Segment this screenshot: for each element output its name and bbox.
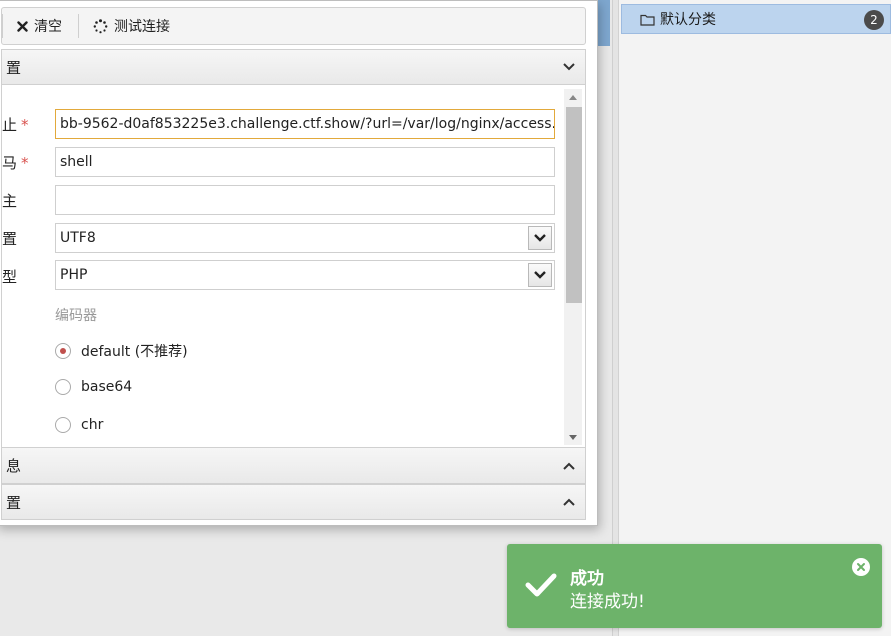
radio-button[interactable]: [55, 343, 71, 359]
clear-button-label: 清空: [34, 19, 62, 35]
password-label: 马 *: [2, 154, 29, 172]
type-label: 型: [2, 268, 18, 286]
toast-message: 连接成功!: [570, 592, 645, 612]
chevron-down-icon: [563, 63, 575, 71]
section-request-info-header[interactable]: 息: [1, 447, 586, 484]
url-input[interactable]: bb-9562-d0af853225e3.challenge.ctf.show/…: [55, 109, 555, 139]
category-label: 默认分类: [660, 12, 716, 28]
test-connection-label: 测试连接: [114, 19, 170, 35]
url-label: 止 *: [2, 116, 29, 134]
chevron-up-icon: [563, 498, 575, 506]
encoder-option-label: base64: [81, 379, 133, 395]
encoding-label: 置: [2, 230, 18, 248]
background-window-strip: [598, 0, 610, 46]
radio-button[interactable]: [55, 379, 71, 395]
category-item-default[interactable]: 默认分类 2: [621, 4, 891, 34]
toast-title: 成功: [570, 569, 604, 589]
type-value: PHP: [60, 267, 88, 283]
encoding-select[interactable]: UTF8: [55, 223, 555, 253]
basic-config-form: 止 * bb-9562-d0af853225e3.challenge.ctf.sh…: [1, 85, 586, 447]
scroll-down-arrow-icon[interactable]: [564, 429, 582, 445]
scroll-thumb[interactable]: [566, 107, 582, 303]
encoder-option-label: default (不推荐): [81, 344, 188, 360]
dialog-toolbar: 清空 测试连接: [1, 7, 586, 45]
form-scrollbar[interactable]: [564, 89, 582, 445]
category-panel: 默认分类 2: [618, 0, 891, 636]
encoding-value: UTF8: [60, 230, 96, 246]
clear-button[interactable]: 清空: [3, 8, 78, 44]
test-connection-button[interactable]: 测试连接: [79, 8, 186, 44]
note-input[interactable]: [55, 185, 555, 215]
encoder-title: 编码器: [55, 308, 97, 324]
section-title: 置: [6, 493, 22, 512]
close-icon: [17, 20, 28, 32]
section-title: 置: [6, 58, 22, 77]
chevron-up-icon: [563, 462, 575, 470]
spinner-icon: [93, 18, 108, 34]
scroll-up-arrow-icon[interactable]: [564, 89, 582, 105]
success-toast: 成功 连接成功!: [507, 544, 882, 628]
section-other-config-header[interactable]: 置: [1, 484, 586, 520]
section-basic-config-header[interactable]: 置: [1, 49, 586, 85]
checkmark-icon: [525, 572, 557, 602]
encoder-option-base64[interactable]: base64: [55, 379, 132, 395]
shell-edit-dialog: 清空 测试连接 置 止 * bb-9562-d0af853225e3.chall…: [0, 0, 598, 526]
section-title: 息: [6, 457, 22, 475]
folder-icon: [640, 11, 656, 27]
password-input[interactable]: shell: [55, 147, 555, 177]
encoder-option-label: chr: [81, 417, 104, 433]
chevron-down-icon[interactable]: [528, 226, 552, 250]
category-count-badge: 2: [864, 10, 884, 30]
chevron-down-icon[interactable]: [528, 263, 552, 287]
encoder-option-chr[interactable]: chr: [55, 417, 103, 433]
type-select[interactable]: PHP: [55, 260, 555, 290]
encoder-option-default[interactable]: default (不推荐): [55, 341, 188, 361]
radio-button[interactable]: [55, 417, 71, 433]
note-label: 主: [2, 192, 18, 210]
close-icon[interactable]: [852, 558, 870, 576]
